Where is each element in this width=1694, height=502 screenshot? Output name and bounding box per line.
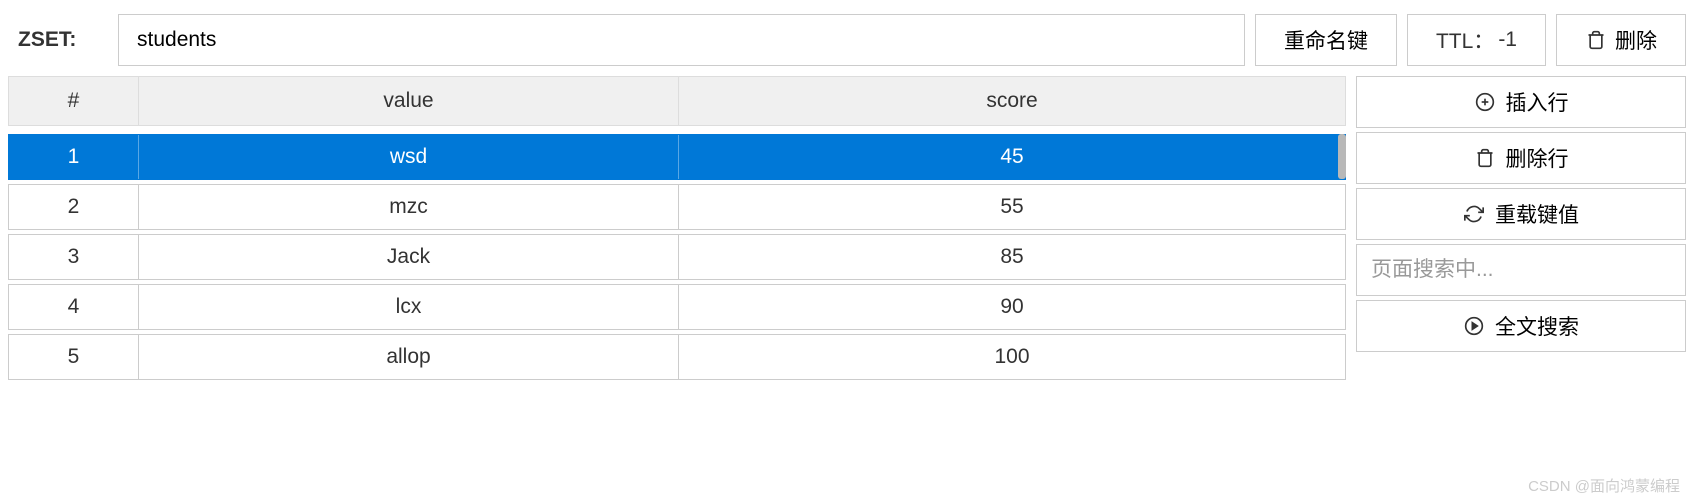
cell-index: 1 [9,135,139,179]
table-row[interactable]: 1wsd45 [8,134,1346,180]
cell-score: 90 [679,285,1345,329]
rename-key-button[interactable]: 重命名键 [1255,14,1397,66]
scrollbar[interactable] [1336,134,1346,384]
column-header-index[interactable]: # [9,77,139,125]
cell-index: 5 [9,335,139,379]
ttl-label: TTL： [1436,25,1494,55]
table-row[interactable]: 2mzc55 [8,184,1346,230]
delete-row-button[interactable]: 删除行 [1356,132,1686,184]
table-body: 1wsd452mzc553Jack854lcx905allop100 [8,134,1346,384]
scrollbar-thumb[interactable] [1338,134,1346,179]
table-row[interactable]: 5allop100 [8,334,1346,380]
rename-label: 重命名键 [1284,25,1368,55]
delete-key-button[interactable]: 删除 [1556,14,1686,66]
table-row[interactable]: 3Jack85 [8,234,1346,280]
insert-row-label: 插入行 [1506,87,1569,117]
table-row[interactable]: 4lcx90 [8,284,1346,330]
table-header: # value score [8,76,1346,126]
reload-label: 重载键值 [1495,199,1579,229]
ttl-button[interactable]: TTL： -1 [1407,14,1546,66]
trash-icon [1474,147,1496,169]
play-circle-icon [1463,315,1485,337]
page-search-input[interactable] [1356,244,1686,296]
cell-value: Jack [139,235,679,279]
key-name-input[interactable] [118,14,1245,66]
key-type-label: ZSET: [8,28,108,52]
plus-circle-icon [1474,91,1496,113]
cell-score: 100 [679,335,1345,379]
cell-value: mzc [139,185,679,229]
data-table: # value score 1wsd452mzc553Jack854lcx905… [8,76,1346,384]
ttl-value: -1 [1498,28,1517,52]
header-row: ZSET: 重命名键 TTL： -1 删除 [8,8,1686,72]
column-header-score[interactable]: score [679,77,1345,125]
cell-index: 3 [9,235,139,279]
cell-value: wsd [139,135,679,179]
fulltext-search-button[interactable]: 全文搜索 [1356,300,1686,352]
cell-score: 85 [679,235,1345,279]
reload-button[interactable]: 重载键值 [1356,188,1686,240]
delete-label: 删除 [1615,25,1657,55]
cell-value: lcx [139,285,679,329]
cell-index: 4 [9,285,139,329]
cell-value: allop [139,335,679,379]
cell-index: 2 [9,185,139,229]
watermark: CSDN @面向鸿蒙编程 [1528,475,1680,496]
delete-row-label: 删除行 [1506,143,1569,173]
reload-icon [1463,203,1485,225]
trash-icon [1585,29,1607,51]
column-header-value[interactable]: value [139,77,679,125]
cell-score: 55 [679,185,1345,229]
side-panel: 插入行 删除行 重载键值 [1356,76,1686,352]
insert-row-button[interactable]: 插入行 [1356,76,1686,128]
fulltext-search-label: 全文搜索 [1495,311,1579,341]
cell-score: 45 [679,135,1345,179]
